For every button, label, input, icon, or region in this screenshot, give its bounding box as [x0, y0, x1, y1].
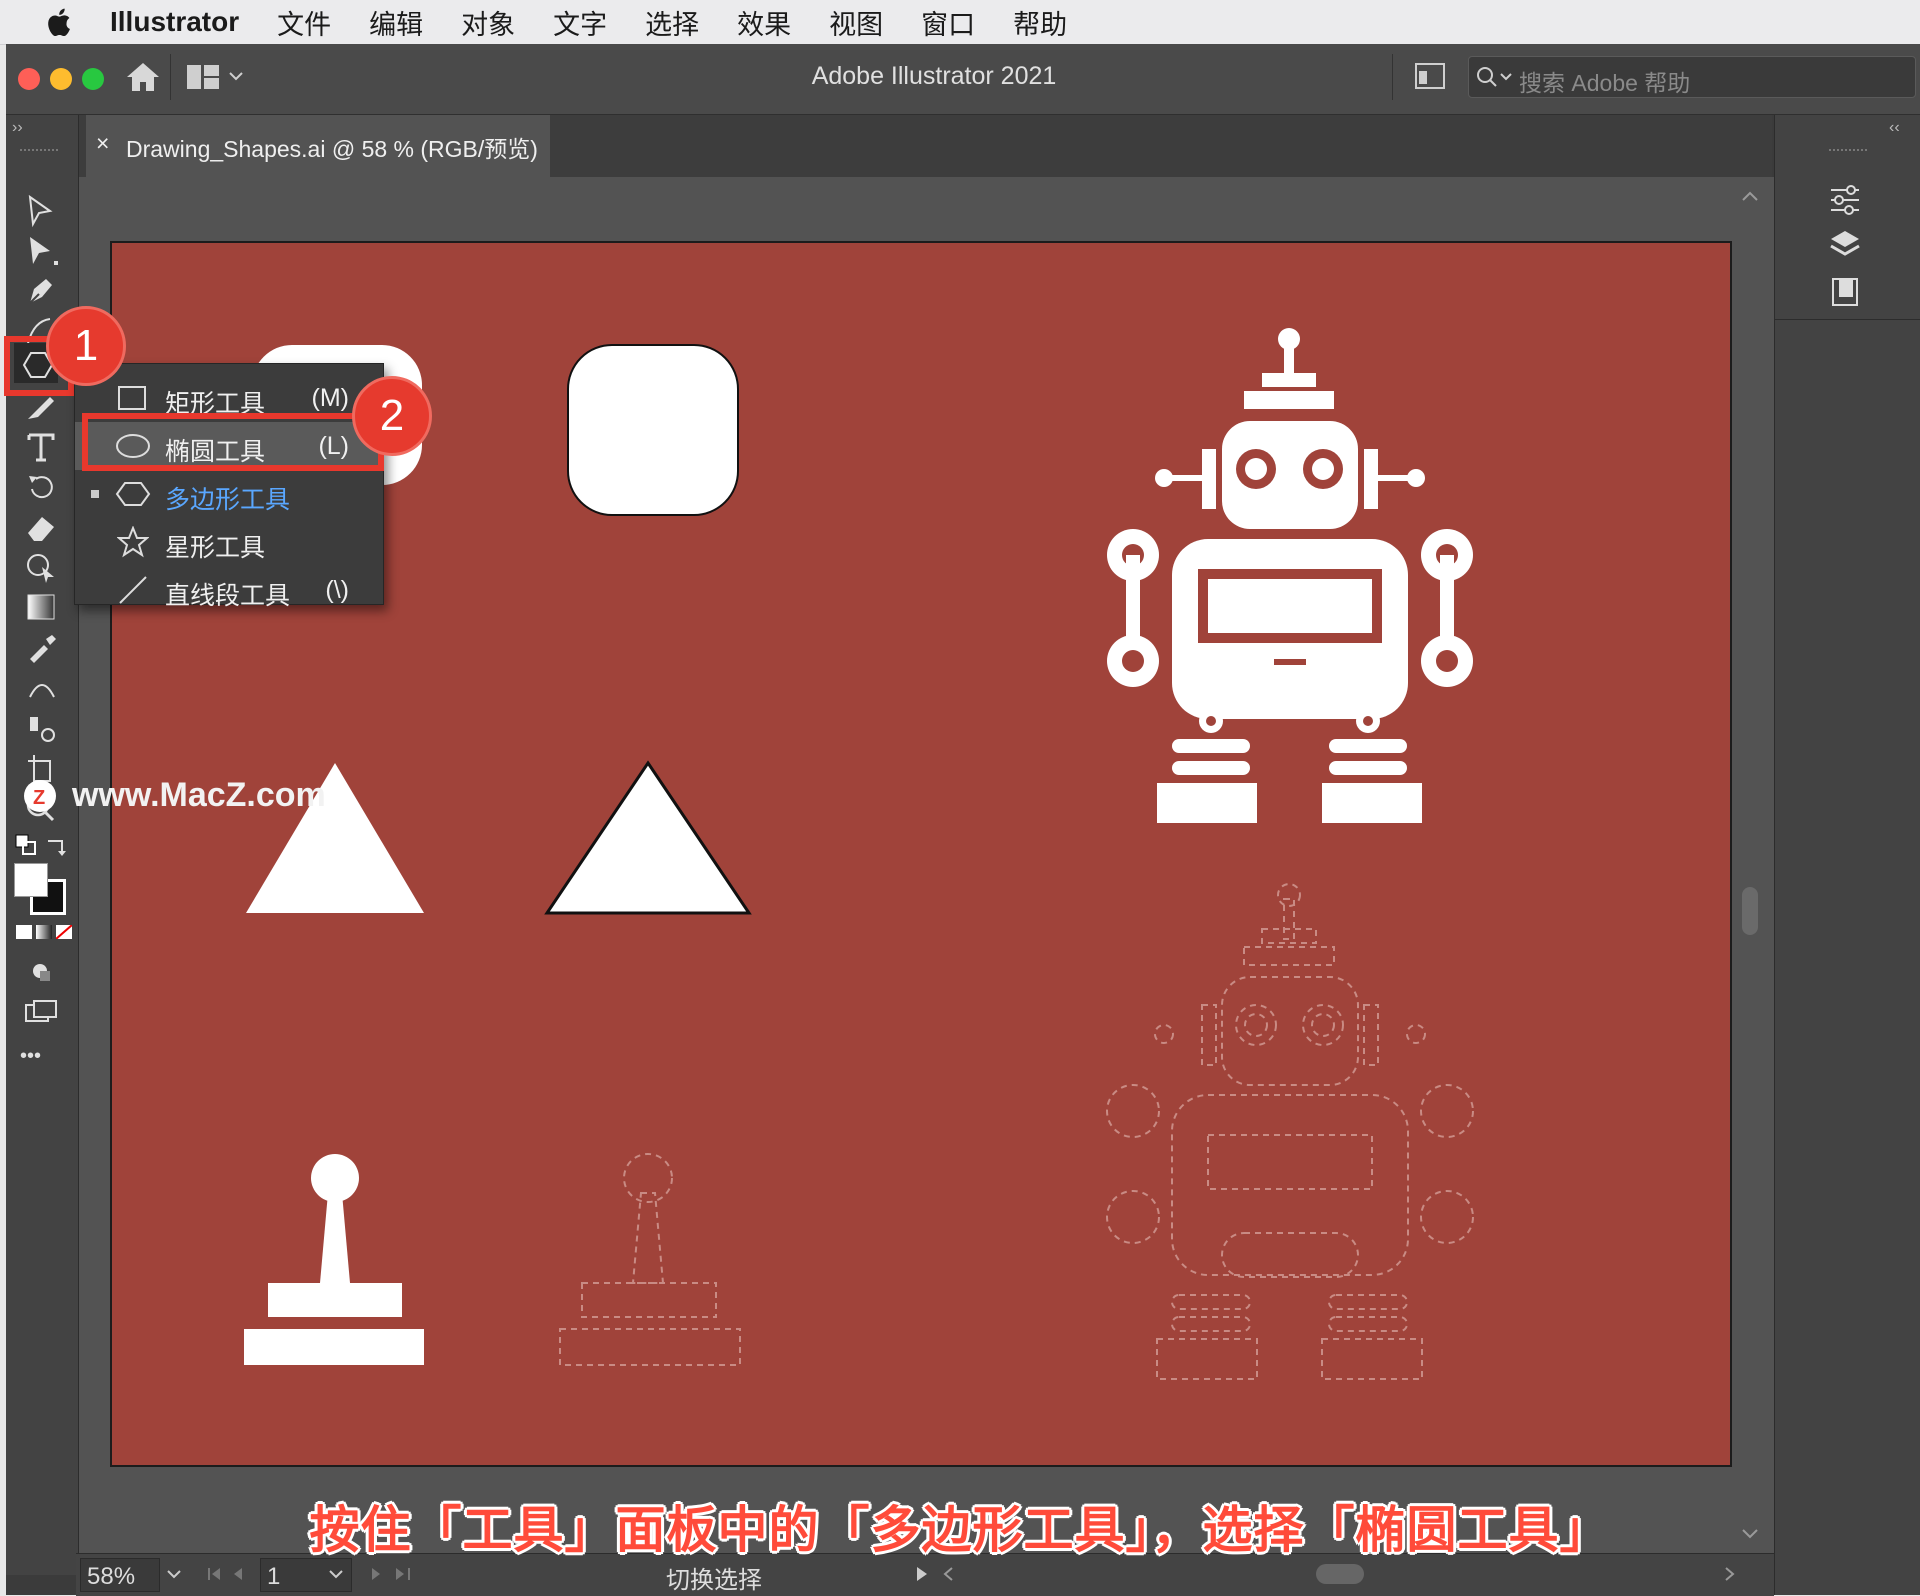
toolbar-grip[interactable] [20, 149, 58, 155]
first-prev-artboard-icon[interactable] [206, 1566, 266, 1582]
blend-tool-icon[interactable] [20, 667, 64, 707]
layers-panel-icon[interactable] [1825, 227, 1865, 265]
svg-text:Z: Z [33, 787, 45, 809]
direct-selection-tool-icon[interactable] [20, 231, 64, 271]
close-tab-button[interactable]: × [96, 130, 109, 157]
polygon-tool-label: 多边形工具 [165, 486, 291, 514]
mac-menubar: Illustrator 文件 编辑 对象 文字 选择 效果 视图 窗口 帮助 [0, 0, 1920, 45]
scroll-right-icon[interactable] [1722, 1564, 1738, 1584]
type-tool-icon[interactable] [20, 427, 64, 467]
tutorial-caption: 按住「工具」面板中的「多边形工具」，选择「椭圆工具」 [309, 1502, 1611, 1558]
document-tab-bar: × Drawing_Shapes.ai @ 58 % (RGB/预览) [6, 115, 1772, 177]
polygon-icon [115, 482, 151, 506]
status-menu-icon[interactable] [914, 1564, 930, 1584]
swap-colors-icon[interactable] [44, 833, 70, 857]
screen-mode-icon[interactable] [20, 993, 64, 1033]
document-tab[interactable]: × Drawing_Shapes.ai @ 58 % (RGB/预览) [86, 115, 550, 177]
line-segment-tool-shortcut: (\) [325, 576, 349, 604]
eyedropper-tool-icon[interactable] [20, 627, 64, 667]
rectangle-tool-shortcut: (M) [311, 384, 349, 412]
gradient-mode-icon[interactable] [36, 925, 52, 939]
scroll-up-icon[interactable] [1740, 189, 1760, 203]
scroll-left-icon[interactable] [940, 1564, 956, 1584]
artboard-number-value: 1 [267, 1563, 281, 1590]
macz-logo-icon: Z [24, 780, 56, 812]
menu-help[interactable]: 帮助 [1013, 3, 1067, 42]
symbol-sprayer-tool-icon[interactable] [20, 707, 64, 747]
panel-toggle-icon[interactable] [1414, 62, 1446, 90]
app-window: Adobe Illustrator 2021 搜索 Adobe 帮助 × Dra… [4, 44, 1920, 1596]
divider [1775, 319, 1920, 320]
robot-shape [1107, 328, 1473, 823]
star-tool-label: 星形工具 [165, 534, 266, 562]
menu-view[interactable]: 视图 [829, 3, 883, 42]
selection-mode-label[interactable]: 切换选择 [666, 1560, 762, 1595]
rotate-tool-icon[interactable] [20, 467, 64, 507]
app-name-menu[interactable]: Illustrator [110, 6, 239, 38]
menu-type[interactable]: 文字 [553, 3, 607, 42]
menu-select[interactable]: 选择 [645, 3, 699, 42]
paintbrush-tool-icon[interactable] [20, 387, 64, 427]
menu-effect[interactable]: 效果 [737, 3, 791, 42]
color-mode-icon[interactable] [16, 925, 32, 939]
search-icon [1477, 67, 1512, 87]
outlined-triangle-shape [544, 760, 752, 915]
ellipse-tool-highlight [82, 413, 384, 471]
document-tab-title: Drawing_Shapes.ai @ 58 % (RGB/预览) [126, 136, 538, 162]
next-last-artboard-icon[interactable] [368, 1566, 418, 1582]
eraser-tool-icon[interactable] [20, 507, 64, 547]
help-search-field[interactable]: 搜索 Adobe 帮助 [1468, 56, 1916, 98]
star-tool-item[interactable]: 星形工具 [75, 518, 383, 566]
artboard-dropdown-icon[interactable] [328, 1568, 344, 1580]
fill-color-swatch[interactable] [14, 863, 48, 897]
menu-file[interactable]: 文件 [277, 3, 331, 42]
default-colors-icon[interactable] [14, 833, 38, 857]
polygon-tool-item[interactable]: 多边形工具 [75, 470, 383, 518]
watermark-text: www.MacZ.com [72, 776, 326, 814]
robot-guide [1106, 883, 1474, 1380]
apple-icon[interactable] [44, 6, 72, 38]
title-bar: Adobe Illustrator 2021 搜索 Adobe 帮助 [6, 44, 1920, 115]
shape-builder-tool-icon[interactable] [20, 547, 64, 587]
joystick-shape [244, 1154, 424, 1365]
pen-tool-icon[interactable] [20, 271, 64, 311]
none-mode-icon[interactable] [56, 925, 72, 939]
rectangle-icon [118, 386, 146, 410]
draw-mode-icon[interactable] [20, 953, 64, 993]
panel-grip[interactable] [1829, 149, 1867, 155]
horizontal-scrollbar-thumb[interactable] [1316, 1564, 1364, 1584]
star-icon [117, 526, 149, 558]
libraries-panel-icon[interactable] [1825, 273, 1865, 311]
gradient-tool-icon[interactable] [20, 587, 64, 627]
step-one-callout: 1 [46, 306, 126, 386]
line-icon [119, 576, 147, 604]
divider [1392, 54, 1393, 100]
zoom-level-field[interactable]: 58% [80, 1558, 160, 1592]
search-placeholder: 搜索 Adobe 帮助 [1519, 70, 1691, 96]
line-segment-tool-item[interactable]: 直线段工具 (\) [75, 566, 383, 614]
current-tool-marker [91, 490, 99, 498]
menu-edit[interactable]: 编辑 [369, 3, 423, 42]
vertical-scrollbar-thumb[interactable] [1742, 887, 1758, 935]
collapse-toolbar-button[interactable]: ›› [12, 119, 23, 137]
rounded-square-shape [567, 344, 739, 516]
zoom-level-value: 58% [87, 1563, 136, 1590]
properties-panel-icon[interactable] [1825, 181, 1865, 219]
shape-tools-flyout: 矩形工具 (M) 椭圆工具 (L) 多边形工具 星形工具 直线段工具 (\) [74, 363, 384, 610]
menu-window[interactable]: 窗口 [921, 3, 975, 42]
zoom-dropdown-icon[interactable] [166, 1568, 182, 1580]
joystick-guide [559, 1153, 741, 1366]
collapse-panel-button[interactable]: ‹‹ [1889, 119, 1900, 137]
selection-tool-icon[interactable] [20, 191, 64, 231]
right-panel-dock: ‹‹ [1774, 115, 1920, 1595]
step-two-callout: 2 [352, 376, 432, 456]
line-segment-tool-label: 直线段工具 [165, 582, 291, 610]
menu-object[interactable]: 对象 [461, 3, 515, 42]
edit-toolbar-button[interactable]: ••• [20, 1045, 41, 1068]
